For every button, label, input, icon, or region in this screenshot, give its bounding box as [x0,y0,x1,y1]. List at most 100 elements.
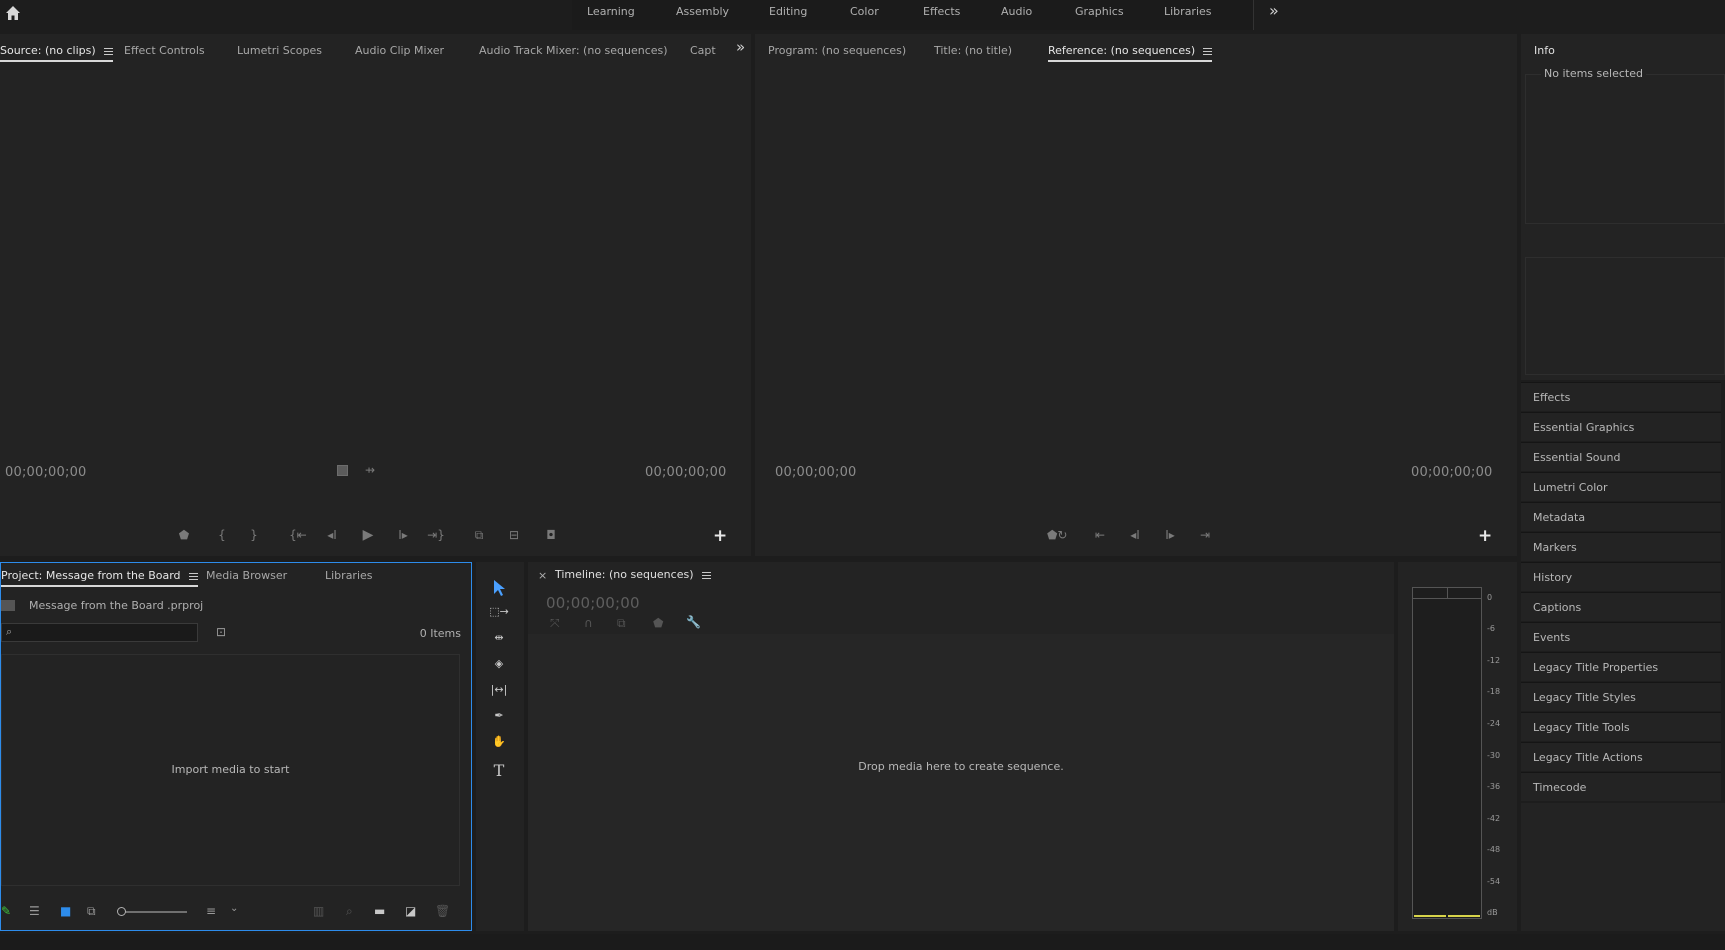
track-select-tool-icon[interactable]: ⬚→ [488,605,510,627]
tab-program[interactable]: Program: (no sequences) [768,44,906,57]
tab-effect-controls[interactable]: Effect Controls [124,44,205,57]
step-forward-icon[interactable]: I▸ [394,528,412,542]
add-marker-icon[interactable]: ⬟ [653,616,663,630]
workspace-tab-color[interactable]: Color [850,5,879,18]
trash-icon[interactable]: 🗑 [435,904,450,918]
go-to-in-icon[interactable]: ⇤ [1091,528,1109,542]
razor-tool-icon[interactable]: ◈ [488,657,510,679]
timeline-title[interactable]: Timeline: (no sequences) [555,568,711,581]
ripple-edit-tool-icon[interactable]: ⇹ [488,631,510,653]
tab-media-browser[interactable]: Media Browser [206,569,287,582]
tab-source[interactable]: Source: (no clips) [0,44,113,62]
tab-captions[interactable]: Capt [690,44,716,57]
info-title[interactable]: Info [1534,44,1555,57]
hand-tool-icon[interactable]: ✋ [488,735,510,757]
go-to-out-icon[interactable]: ⇥} [427,528,445,542]
wrench-icon[interactable]: 🔧 [686,615,701,629]
panel-menu-icon[interactable] [103,47,113,55]
zoom-slider[interactable] [117,907,187,916]
panel-menu-icon[interactable] [1203,47,1213,55]
panel-history[interactable]: History [1521,562,1721,591]
project-search-field[interactable]: ⌕ [1,623,198,642]
home-icon[interactable] [4,4,22,22]
meter-left-level [1414,915,1446,917]
panel-markers[interactable]: Markers [1521,532,1721,561]
pen-icon[interactable]: ✎ [1,904,11,918]
slip-tool-icon[interactable]: |↔| [488,683,510,705]
panel-legacy-title-tools[interactable]: Legacy Title Tools [1521,712,1721,741]
panel-essential-sound[interactable]: Essential Sound [1521,442,1721,471]
panel-legacy-title-styles[interactable]: Legacy Title Styles [1521,682,1721,711]
program-timecode-left[interactable]: 00;00;00;00 [775,465,857,480]
step-back-icon[interactable]: ◂I [1126,528,1144,542]
workspace-tab-graphics[interactable]: Graphics [1075,5,1124,18]
tab-audio-clip-mixer[interactable]: Audio Clip Mixer [355,44,444,57]
panel-menu-icon[interactable] [188,572,198,580]
search-input[interactable] [20,624,195,641]
new-search-bin-icon[interactable]: ⊡ [216,625,226,639]
workspace-tab-libraries[interactable]: Libraries [1164,5,1212,18]
panel-lumetri-color[interactable]: Lumetri Color [1521,472,1721,501]
workspace-tab-editing[interactable]: Editing [769,5,807,18]
panel-metadata[interactable]: Metadata [1521,502,1721,531]
panel-legacy-title-properties[interactable]: Legacy Title Properties [1521,652,1721,681]
panel-menu-icon[interactable] [701,571,711,579]
go-to-in-icon[interactable]: {⇤ [289,528,307,542]
insert-clip-icon[interactable]: ⧉ [470,528,488,543]
overwrite-clip-icon[interactable]: ⊟ [505,528,523,542]
timeline-track-area[interactable]: Drop media here to create sequence. [528,634,1394,931]
source-monitor-panel: Source: (no clips) Effect Controls Lumet… [0,34,751,556]
tab-audio-track-mixer[interactable]: Audio Track Mixer: (no sequences) [479,44,668,57]
panel-effects[interactable]: Effects [1521,382,1721,411]
play-icon[interactable]: ▶ [359,527,377,543]
marker-icon[interactable]: ⬟↻ [1047,528,1067,542]
find-icon[interactable]: ⌕ [346,904,353,919]
panel-essential-graphics[interactable]: Essential Graphics [1521,412,1721,441]
selection-tool-icon[interactable] [488,579,510,601]
linked-selection-icon[interactable]: ⧉ [617,616,626,631]
timeline-close-icon[interactable]: × [538,569,547,582]
add-button-icon[interactable]: + [1478,526,1492,546]
new-item-icon[interactable]: ◪ [405,904,416,918]
icon-view-icon[interactable]: ■ [60,904,71,918]
panel-captions[interactable]: Captions [1521,592,1721,621]
step-forward-icon[interactable]: I▸ [1161,528,1179,542]
go-to-out-icon[interactable]: ⇥ [1196,528,1214,542]
source-timecode-left[interactable]: 00;00;00;00 [5,465,87,480]
workspace-tab-audio[interactable]: Audio [1001,5,1032,18]
tab-project[interactable]: Project: Message from the Board [1,569,198,587]
zoom-slider-handle[interactable] [117,907,126,916]
mark-in-icon[interactable]: { [213,528,231,542]
sort-icon[interactable]: ≡ [206,904,216,918]
meter-label-24: -24 [1487,719,1501,728]
step-back-icon[interactable]: ◂I [323,528,341,542]
tab-reference[interactable]: Reference: (no sequences) [1048,44,1213,62]
chevron-down-icon[interactable]: ⌄ [230,903,238,914]
add-button-icon[interactable]: + [713,526,727,546]
snap-icon[interactable]: ∩ [584,616,593,630]
settings-icon[interactable] [337,465,348,476]
type-tool-icon[interactable]: T [488,761,510,783]
add-marker-icon[interactable]: ⬟ [175,528,193,542]
workspace-tab-assembly[interactable]: Assembly [676,5,729,18]
tab-lumetri-scopes[interactable]: Lumetri Scopes [237,44,322,57]
tab-libraries[interactable]: Libraries [325,569,373,582]
list-view-icon[interactable]: ☰ [29,904,40,918]
panel-legacy-title-actions[interactable]: Legacy Title Actions [1521,742,1721,771]
workspace-tab-learning[interactable]: Learning [587,5,635,18]
panel-timecode[interactable]: Timecode [1521,772,1721,801]
workspace-tab-effects[interactable]: Effects [923,5,960,18]
freeform-view-icon[interactable]: ⧉ [87,904,96,919]
mark-out-icon[interactable]: } [245,528,263,542]
automate-to-sequence-icon[interactable]: ▥ [313,904,324,918]
panel-events[interactable]: Events [1521,622,1721,651]
insert-icon[interactable]: ⇸ [361,463,379,477]
new-bin-icon[interactable]: ▬ [374,904,385,918]
tab-title[interactable]: Title: (no title) [934,44,1012,57]
tab-overflow-icon[interactable]: » [736,38,745,56]
workspace-overflow-icon[interactable]: » [1269,1,1279,20]
pen-tool-icon[interactable]: ✒ [488,709,510,731]
export-frame-icon[interactable]: ◘ [542,528,560,542]
nest-icon[interactable]: ⤧ [550,616,560,631]
timeline-timecode[interactable]: 00;00;00;00 [546,594,640,612]
